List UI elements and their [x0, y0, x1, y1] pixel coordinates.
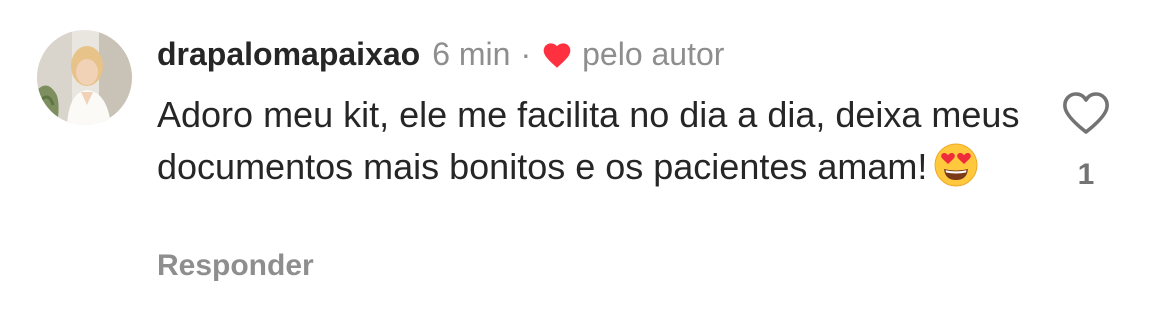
comment-text: Adoro meu kit, ele me facilita no dia a … [157, 94, 1020, 187]
liked-by-author-label: pelo autor [582, 35, 725, 72]
avatar-image [37, 30, 132, 125]
heart-filled-icon [541, 39, 573, 69]
comment-item: drapalomapaixao 6 min · pelo autor Adoro… [0, 0, 1170, 315]
comment-header: drapalomapaixao 6 min · pelo autor [157, 32, 724, 76]
separator-dot: · [520, 35, 532, 72]
like-count: 1 [1077, 158, 1095, 191]
heart-eyes-emoji [933, 142, 979, 188]
comment-text-container: Adoro meu kit, ele me facilita no dia a … [157, 89, 1037, 193]
username-link[interactable]: drapalomapaixao [157, 36, 420, 73]
comment-timestamp: 6 min [432, 35, 511, 72]
avatar[interactable] [37, 30, 132, 125]
reply-button[interactable]: Responder [157, 249, 314, 283]
heart-outline-icon[interactable] [1061, 90, 1111, 136]
